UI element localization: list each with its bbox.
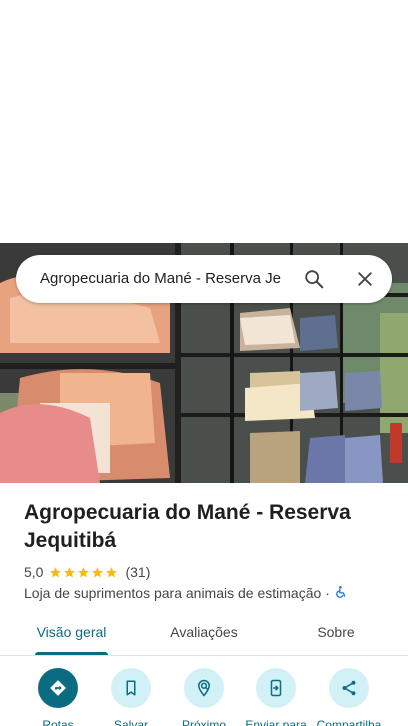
nearby-button[interactable]: Próximo (167, 668, 241, 726)
star-icon (50, 566, 62, 577)
place-tabs: Visão geral Avaliações Sobre (0, 612, 408, 656)
share-button[interactable]: Compartilha (312, 668, 386, 726)
separator: · (325, 585, 330, 601)
wheelchair-icon[interactable] (334, 585, 348, 602)
directions-icon (38, 668, 78, 708)
place-category: Loja de suprimentos para animais de esti… (24, 585, 322, 601)
close-icon[interactable] (349, 263, 381, 295)
save-label: Salvar (113, 718, 148, 726)
share-label: Compartilha (316, 718, 382, 726)
tab-overview[interactable]: Visão geral (35, 612, 108, 656)
search-input[interactable]: Agropecuaria do Mané - Reserva Je (40, 255, 296, 303)
active-tab-indicator (35, 652, 108, 655)
star-icon (78, 566, 90, 577)
search-bar[interactable]: Agropecuaria do Mané - Reserva Je (16, 255, 392, 303)
action-bar: Rotas Salvar Próximo Enviar para Compart… (0, 668, 408, 726)
send-to-phone-label: Enviar para (245, 718, 307, 726)
nearby-label: Próximo (181, 718, 226, 726)
tab-about[interactable]: Sobre (306, 612, 366, 656)
star-icon (64, 566, 76, 577)
review-count: (31) (125, 564, 151, 580)
directions-button[interactable]: Rotas (21, 668, 95, 726)
star-icon (106, 566, 118, 577)
star-icon (92, 566, 104, 577)
bookmark-icon (111, 668, 151, 708)
star-rating (49, 566, 119, 579)
place-title: Agropecuaria do Mané - Reserva Jequitibá (24, 501, 351, 552)
rating-value: 5,0 (24, 564, 44, 580)
search-icon[interactable] (298, 263, 330, 295)
send-to-phone-icon (256, 668, 296, 708)
rating-row[interactable]: 5,0 (31) (24, 563, 150, 581)
share-icon (329, 668, 369, 708)
directions-label: Rotas (42, 718, 74, 726)
send-to-phone-button[interactable]: Enviar para (239, 668, 313, 726)
category-row: Loja de suprimentos para animais de esti… (24, 584, 348, 602)
nearby-icon (184, 668, 224, 708)
tab-reviews[interactable]: Avaliações (162, 612, 246, 656)
save-button[interactable]: Salvar (94, 668, 168, 726)
map-area[interactable] (0, 0, 408, 243)
